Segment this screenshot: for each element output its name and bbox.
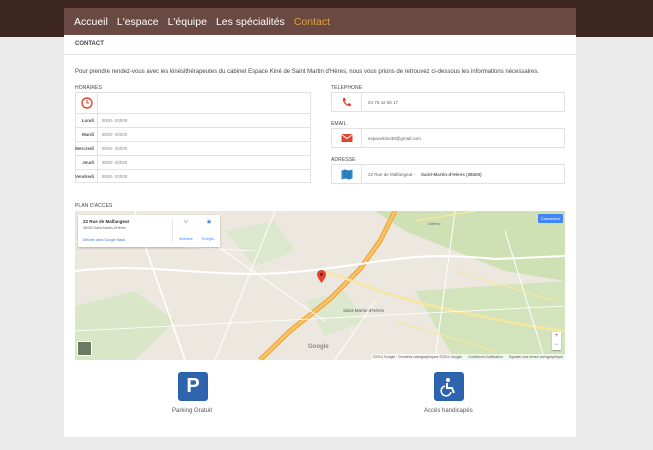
map-copyright: ©2014 Google · Données cartographiques ©… (372, 355, 462, 359)
map-info-card: 22 Rue de Malfangeat 38400 Saint-Martin-… (78, 215, 220, 247)
mail-icon (332, 129, 362, 147)
location-pin-icon[interactable] (317, 270, 326, 288)
hours-day: Mardi (76, 128, 98, 141)
hours-row: Mercredi 8h00- 20h00 (75, 141, 310, 155)
email-title: EMAIL (331, 121, 347, 127)
map-terms-link[interactable]: Conditions d'utilisation (468, 355, 503, 359)
map-card-link[interactable]: Afficher dans Google Maps (83, 238, 125, 242)
directions-icon: ⑂ (183, 219, 189, 226)
phone-box: 04 76 42 65 17 (331, 92, 565, 112)
phone-title: TELEPHONE (331, 85, 363, 91)
zoom-out-icon[interactable]: − (552, 341, 561, 350)
email-box: espacekine38@gmail.com (331, 128, 565, 148)
hours-time: 8h00- 20h00 (102, 174, 128, 179)
map-card-divider (172, 220, 173, 242)
hours-time: 8h00- 20h00 (102, 132, 128, 137)
hours-time: 8h00- 20h00 (102, 146, 128, 151)
address-box: 22 Rue de Malfangeat - Saint-Martin-d'Hè… (331, 164, 565, 184)
directions-label: Itinéraire (179, 237, 193, 241)
hours-row: Jeudi 8h00- 20h00 (76, 155, 310, 169)
intro-text: Pour prendre rendez-vous avec les kinési… (75, 69, 540, 75)
zoom-control[interactable]: + − (552, 332, 561, 350)
content-card: CONTACT Pour prendre rendez-vous avec le… (64, 35, 576, 437)
map-title: PLAN D'ACCES (75, 203, 113, 209)
address-title: ADRESSE (331, 157, 356, 163)
nav-item-specialites[interactable]: Les spécialités (216, 16, 285, 28)
zoom-in-icon[interactable]: + (552, 332, 561, 341)
phone-icon (332, 93, 362, 111)
hours-day: Lundi (76, 114, 98, 127)
phone-value[interactable]: 04 76 42 65 17 (368, 100, 398, 105)
map-report-link[interactable]: Signaler une erreur cartographique (509, 355, 563, 359)
parking-label: Parking Gratuit (172, 408, 213, 414)
access-map[interactable]: Saint-Martin-d'Hères Gières Google 22 Ru… (75, 211, 565, 360)
address-city: Saint-Martin-d'Hères (38400) (421, 172, 482, 177)
hours-title: HORAIRES (75, 85, 102, 91)
breadcrumb: CONTACT (75, 41, 104, 47)
nav-item-equipe[interactable]: L'équipe (168, 16, 207, 28)
wheelchair-icon (434, 372, 464, 401)
clock-icon (76, 93, 98, 113)
hours-row: Vendredi 8h00- 20h00 (75, 169, 310, 183)
main-nav: Accueil L'espace L'équipe Les spécialité… (64, 8, 576, 35)
email-value[interactable]: espacekine38@gmail.com (368, 136, 421, 141)
map-card-subtitle: 38400 Saint-Martin-d'Hères (83, 226, 126, 230)
directions-button[interactable]: ⑂ Itinéraire (175, 218, 197, 245)
divider (64, 54, 576, 55)
address-street: 22 Rue de Malfangeat - (368, 172, 416, 177)
star-icon: ★ (205, 219, 213, 226)
hours-time: 8h00- 20h00 (102, 160, 128, 165)
parking-icon: P (178, 372, 208, 401)
hours-day: Vendredi (75, 170, 98, 183)
hours-day: Mercredi (75, 142, 98, 155)
hours-time: 8h00- 20h00 (102, 118, 128, 123)
google-logo: Google (308, 344, 329, 350)
map-card-title: 22 Rue de Malfangeat (83, 219, 130, 224)
nav-item-espace[interactable]: L'espace (117, 16, 159, 28)
access-label: Accès handicapés (424, 408, 473, 414)
hours-row: Mardi 8h00- 20h00 (76, 127, 310, 141)
map-city-label: Saint-Martin-d'Hères (343, 308, 385, 313)
login-button[interactable]: Connexion (537, 214, 563, 223)
map-footer: ©2014 Google · Données cartographiques ©… (370, 354, 565, 360)
nav-item-contact[interactable]: Contact (294, 16, 330, 28)
save-label: Enregis... (201, 237, 217, 241)
nav-item-accueil[interactable]: Accueil (74, 16, 108, 28)
save-button[interactable]: ★ Enregis... (199, 218, 219, 245)
satellite-toggle[interactable] (77, 341, 92, 356)
hours-table: Lundi 8h00- 20h00 Mardi 8h00- 20h00 Merc… (75, 92, 311, 183)
map-town-label: Gières (428, 221, 440, 226)
hours-row: Lundi 8h00- 20h00 (76, 113, 310, 127)
hours-day: Jeudi (76, 156, 98, 169)
map-icon (332, 165, 362, 183)
